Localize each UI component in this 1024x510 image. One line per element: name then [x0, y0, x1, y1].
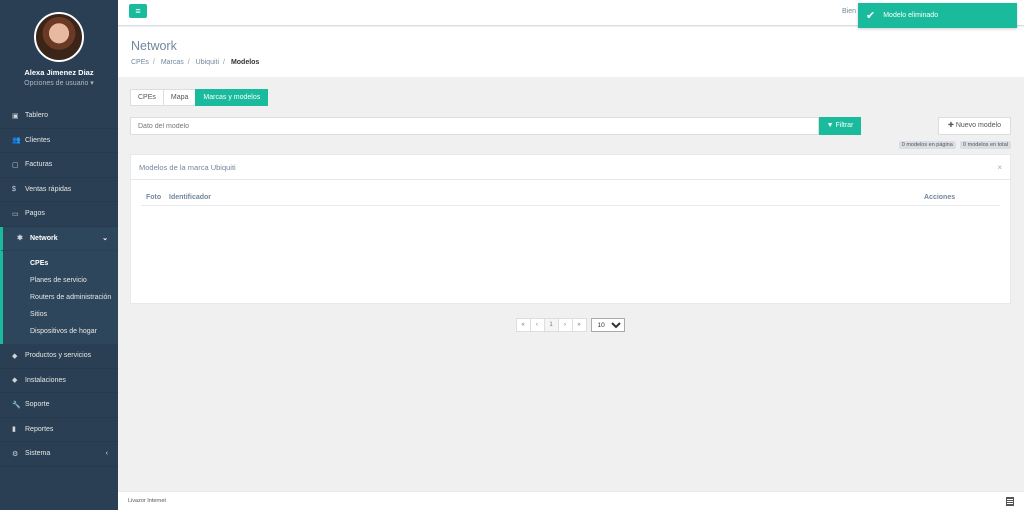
sidebar-item-label: Soporte: [25, 401, 50, 409]
toast-message: Modelo eliminado: [883, 12, 939, 19]
per-page-select[interactable]: 10: [590, 318, 625, 332]
submenu-item-sitios[interactable]: Sitios: [30, 306, 118, 323]
sidebar-item-pagos[interactable]: ▭ Pagos: [0, 202, 118, 227]
hamburger-icon: ≡: [135, 6, 141, 16]
user-profile: Alexa Jimenez Diaz Opciones de usuario ▾: [0, 0, 118, 96]
tab-mapa[interactable]: Mapa: [162, 89, 196, 106]
sidebar-item-productos[interactable]: ◆ Productos y servicios: [0, 344, 118, 369]
menu-toggle-button[interactable]: ≡: [129, 4, 147, 18]
toast-notification[interactable]: ✔ Modelo eliminado: [858, 3, 1017, 28]
sidebar-item-reportes[interactable]: ▮ Reportes: [0, 418, 118, 442]
tag-icon: ◆: [12, 377, 18, 385]
sidebar-item-label: Clientes: [25, 136, 51, 144]
filter-row: ▼ Filtrar ✚ Nuevo modelo: [130, 117, 1011, 135]
tag-icon: ◆: [12, 352, 18, 360]
page-first-button[interactable]: «: [515, 318, 531, 332]
new-model-button[interactable]: ✚ Nuevo modelo: [938, 117, 1011, 135]
sidebar-item-network[interactable]: ✱ Network ⌄: [0, 226, 118, 251]
page-prev-button[interactable]: ‹: [529, 318, 545, 332]
tab-cpes[interactable]: CPEs: [130, 89, 163, 106]
tab-marcas-y-modelos[interactable]: Marcas y modelos: [195, 89, 269, 106]
document-icon[interactable]: [1006, 497, 1014, 506]
sidebar-item-label: Reportes: [25, 425, 54, 433]
models-panel: Modelos de la marca Ubiquiti × Foto Iden…: [130, 154, 1011, 304]
filter-icon: ▼: [826, 122, 834, 129]
dollar-icon: $: [12, 185, 16, 193]
breadcrumb: CPEs / Marcas / Ubiquiti / Modelos: [131, 59, 260, 66]
sidebar-item-ventas-rapidas[interactable]: $ Ventas rápidas: [0, 178, 118, 202]
chevron-down-icon: ⌄: [102, 235, 108, 243]
counts: 0 modelos en página 0 modelos en total: [130, 139, 1011, 149]
footer: Livazor Internet: [118, 491, 1024, 510]
page-current[interactable]: 1: [543, 318, 559, 332]
panel-header: Modelos de la marca Ubiquiti ×: [131, 155, 1010, 180]
sidebar-item-label: Sistema: [25, 450, 51, 458]
new-model-label: Nuevo modelo: [955, 122, 1001, 129]
page-title: Network: [131, 39, 177, 53]
tabs: CPEs Mapa Marcas y modelos: [130, 89, 1011, 106]
sidebar-item-label: Tablero: [25, 112, 48, 120]
page-last-button[interactable]: »: [571, 318, 587, 332]
breadcrumb-ubiquiti[interactable]: Ubiquiti: [196, 59, 219, 66]
filter-button-label: Filtrar: [835, 122, 854, 129]
page-header: Network CPEs / Marcas / Ubiquiti / Modelos: [118, 27, 1024, 77]
panel-title: Modelos de la marca Ubiquiti: [139, 162, 236, 172]
sidebar-item-label: Ventas rápidas: [25, 185, 72, 193]
sidebar-item-label: Instalaciones: [25, 376, 66, 384]
welcome-text: Bien: [841, 8, 856, 15]
dashboard-icon: ▣: [12, 112, 19, 120]
breadcrumb-marcas[interactable]: Marcas: [161, 59, 184, 66]
sidebar-item-soporte[interactable]: 🔧 Soporte: [0, 393, 118, 418]
close-icon[interactable]: ×: [997, 163, 1002, 172]
sidebar-item-sistema[interactable]: ⚙ Sistema ‹: [0, 442, 118, 467]
filter-button[interactable]: ▼ Filtrar: [819, 117, 861, 135]
sidebar-item-label: Facturas: [25, 161, 53, 169]
cogs-icon: ⚙: [12, 450, 19, 458]
wrench-icon: 🔧: [12, 401, 21, 409]
models-table-header: Foto Identificador Acciones: [141, 189, 1000, 206]
column-acciones: Acciones: [924, 193, 956, 201]
column-foto: Foto: [146, 193, 162, 201]
total-count-badge: 0 modelos en total: [960, 141, 1011, 149]
network-submenu: CPEs Planes de servicio Routers de admin…: [0, 251, 118, 344]
model-search-input[interactable]: [130, 117, 819, 135]
sidebar-item-label: Pagos: [25, 210, 45, 218]
footer-text: Livazor Internet: [128, 498, 166, 504]
pagination: « ‹ 1 › » 10: [130, 318, 1011, 332]
sidebar-item-clientes[interactable]: 👥 Clientes: [0, 129, 118, 153]
sidebar-item-label: Network: [30, 234, 58, 242]
snowflake-icon: ✱: [17, 235, 23, 243]
check-icon: ✔: [866, 10, 876, 22]
page-count-badge: 0 modelos en página: [898, 141, 956, 149]
file-icon: ▢: [12, 161, 19, 169]
user-name: Alexa Jimenez Diaz: [24, 68, 94, 77]
sidebar-menu: ▣ Tablero 👥 Clientes ▢ Facturas $ Ventas…: [0, 104, 118, 467]
breadcrumb-cpes[interactable]: CPEs: [131, 59, 149, 66]
submenu-item-dispositivos[interactable]: Dispositivos de hogar: [30, 323, 118, 340]
chevron-left-icon: ‹: [105, 450, 108, 458]
users-icon: 👥: [12, 137, 21, 145]
page-next-button[interactable]: ›: [557, 318, 573, 332]
sidebar-item-instalaciones[interactable]: ◆ Instalaciones: [0, 369, 118, 393]
book-icon: ▮: [12, 426, 16, 434]
sidebar-item-label: Productos y servicios: [25, 352, 92, 360]
submenu-item-cpes[interactable]: CPEs: [30, 255, 118, 272]
submenu-item-routers[interactable]: Routers de administración: [30, 289, 118, 306]
submenu-item-planes[interactable]: Planes de servicio: [30, 272, 118, 289]
user-options[interactable]: Opciones de usuario ▾: [0, 79, 118, 87]
main-content: CPEs Mapa Marcas y modelos ▼ Filtrar ✚ N…: [130, 89, 1011, 332]
sidebar-item-facturas[interactable]: ▢ Facturas: [0, 153, 118, 178]
sidebar: Alexa Jimenez Diaz Opciones de usuario ▾…: [0, 0, 118, 510]
money-icon: ▭: [12, 210, 19, 218]
column-identificador: Identificador: [169, 193, 212, 201]
sidebar-item-tablero[interactable]: ▣ Tablero: [0, 104, 118, 129]
breadcrumb-modelos: Modelos: [230, 59, 260, 66]
plus-icon: ✚: [948, 122, 954, 129]
avatar: [34, 12, 84, 62]
